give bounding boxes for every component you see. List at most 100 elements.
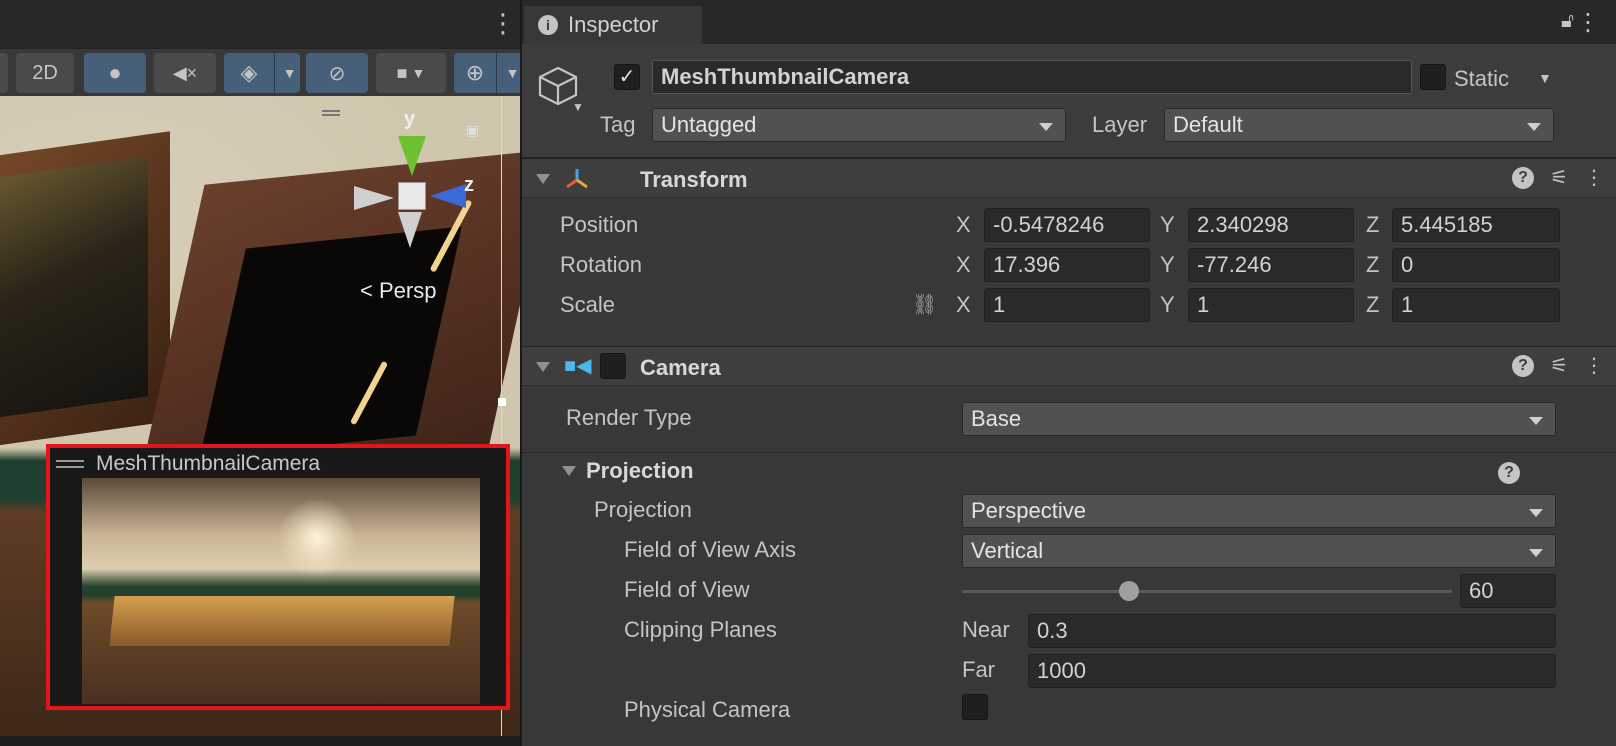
projection-foldout-icon[interactable] xyxy=(562,466,576,476)
projection-dropdown[interactable]: Perspective xyxy=(962,494,1556,528)
gizmo-z-cone[interactable] xyxy=(430,184,466,208)
rotation-z-label[interactable]: Z xyxy=(1366,252,1379,278)
fov-axis-dropdown[interactable]: Vertical xyxy=(962,534,1556,568)
help-icon[interactable]: ? xyxy=(1498,462,1520,484)
projection-toggle[interactable]: < Persp xyxy=(360,278,436,304)
render-type-label: Render Type xyxy=(566,405,692,430)
scene-more-icon[interactable]: ⋮ xyxy=(490,10,516,36)
lightbulb-icon: ● xyxy=(108,60,122,85)
gizmo-neg-y-cone[interactable] xyxy=(398,212,422,248)
help-icon[interactable]: ? xyxy=(1512,354,1535,377)
far-label: Far xyxy=(962,657,995,682)
gameobject-header: ▼ ✓ MeshThumbnailCamera Static ▼ Tag Unt… xyxy=(522,44,1616,158)
tag-dropdown[interactable]: Untagged xyxy=(652,108,1066,142)
scale-x-field[interactable]: 1 xyxy=(984,288,1150,322)
component-more-icon[interactable]: ⋮ xyxy=(1584,165,1604,190)
tab-inspector[interactable]: i Inspector xyxy=(524,6,702,44)
effects-dropdown[interactable]: ▼ xyxy=(274,53,300,93)
camera-component-header[interactable]: ■◀ Camera ? ⚟ ⋮ xyxy=(522,346,1616,386)
position-x-field[interactable]: -0.5478246 xyxy=(984,208,1150,242)
toolbar-partial-button[interactable] xyxy=(0,53,8,93)
scale-y-label[interactable]: Y xyxy=(1160,292,1175,318)
layer-dropdown-value: Default xyxy=(1173,112,1243,137)
scene-visibility-toggle[interactable]: ⊘ xyxy=(306,53,368,93)
gizmo-center-cube[interactable] xyxy=(398,182,426,210)
scale-x-label[interactable]: X xyxy=(956,292,971,318)
fov-value-field[interactable]: 60 xyxy=(1460,574,1556,608)
info-icon: i xyxy=(538,15,558,35)
viewport-grip[interactable] xyxy=(322,110,340,116)
scale-y-field[interactable]: 1 xyxy=(1188,288,1354,322)
scene-camera-dropdown[interactable]: ■ ▼ xyxy=(376,53,446,93)
rotation-y-label[interactable]: Y xyxy=(1160,252,1175,278)
preview-light xyxy=(277,498,357,578)
chevron-down-icon xyxy=(1529,509,1543,517)
tag-label: Tag xyxy=(600,112,636,137)
camera-preview-overlay[interactable]: MeshThumbnailCamera xyxy=(46,444,510,710)
scene-audio-toggle[interactable]: ◀× xyxy=(154,53,216,93)
camera-enabled-checkbox[interactable] xyxy=(600,353,626,379)
scene-view[interactable]: ⋮ 2D ● ◀× ◈ ▼ ⊘ ■ ▼ ⊕ ▼ y z ▣ < Persp Me… xyxy=(0,0,534,746)
lock-icon[interactable]: ▣ xyxy=(466,122,479,139)
static-checkbox[interactable] xyxy=(1420,64,1446,90)
fov-slider-track[interactable] xyxy=(962,590,1452,593)
far-field[interactable]: 1000 xyxy=(1028,654,1556,688)
chevron-down-icon: ▼ xyxy=(282,65,297,81)
section-divider xyxy=(522,452,1616,453)
projection-label: Projection xyxy=(594,497,692,522)
chevron-down-icon[interactable]: ▼ xyxy=(572,100,584,114)
static-dropdown-chevron-icon[interactable]: ▼ xyxy=(1538,70,1552,86)
projection-section-title[interactable]: Projection xyxy=(586,458,694,484)
transform-title: Transform xyxy=(640,167,748,192)
layer-dropdown[interactable]: Default xyxy=(1164,108,1554,142)
position-y-field[interactable]: 2.340298 xyxy=(1188,208,1354,242)
transform-component-header[interactable]: Transform ? ⚟ ⋮ xyxy=(522,158,1616,198)
gameobject-active-checkbox[interactable]: ✓ xyxy=(614,64,640,90)
render-type-dropdown[interactable]: Base xyxy=(962,402,1556,436)
physical-camera-label: Physical Camera xyxy=(624,697,791,722)
resize-handle[interactable] xyxy=(498,398,506,406)
rotation-label: Rotation xyxy=(560,252,642,277)
position-z-field[interactable]: 5.445185 xyxy=(1392,208,1560,242)
position-label: Position xyxy=(560,212,639,237)
near-field[interactable]: 0.3 xyxy=(1028,614,1556,648)
fov-axis-value: Vertical xyxy=(971,538,1044,563)
foldout-arrow-icon[interactable] xyxy=(536,362,550,372)
layer-label: Layer xyxy=(1092,112,1148,137)
position-x-label[interactable]: X xyxy=(956,212,971,238)
gizmo-x-cone[interactable] xyxy=(354,186,394,210)
more-options-icon[interactable]: ⋮ xyxy=(1576,8,1600,37)
presets-sliders-icon[interactable]: ⚟ xyxy=(1550,165,1568,190)
chevron-down-icon xyxy=(1529,417,1543,425)
transform-icon xyxy=(566,169,588,189)
scene-effects-toggle[interactable]: ◈ xyxy=(224,53,274,93)
painting-frame-left xyxy=(0,131,170,451)
fov-slider-thumb[interactable] xyxy=(1118,581,1139,601)
gameobject-name-field[interactable]: MeshThumbnailCamera xyxy=(652,60,1412,94)
near-label: Near xyxy=(962,617,1010,642)
rotation-x-field[interactable]: 17.396 xyxy=(984,248,1150,282)
physical-camera-checkbox[interactable] xyxy=(962,694,988,720)
component-more-icon[interactable]: ⋮ xyxy=(1584,353,1604,378)
fov-label: Field of View xyxy=(624,577,750,602)
gizmos-toggle[interactable]: ⊕ xyxy=(454,53,496,93)
rotation-x-label[interactable]: X xyxy=(956,252,971,278)
help-icon[interactable]: ? xyxy=(1512,166,1535,189)
rotation-y-field[interactable]: -77.246 xyxy=(1188,248,1354,282)
toggle-2d-button[interactable]: 2D xyxy=(16,53,74,93)
presets-sliders-icon[interactable]: ⚟ xyxy=(1550,353,1568,378)
rotation-z-field[interactable]: 0 xyxy=(1392,248,1560,282)
scene-lighting-toggle[interactable]: ● xyxy=(84,53,146,93)
render-type-value: Base xyxy=(971,406,1022,431)
scale-z-field[interactable]: 1 xyxy=(1392,288,1560,322)
camera-preview-title[interactable]: MeshThumbnailCamera xyxy=(56,452,320,476)
unlinked-scale-icon[interactable]: ⛓ xyxy=(912,292,937,317)
position-z-label[interactable]: Z xyxy=(1366,212,1379,238)
scene-tab-bar: ⋮ xyxy=(0,0,534,48)
foldout-arrow-icon[interactable] xyxy=(536,174,550,184)
scale-z-label[interactable]: Z xyxy=(1366,292,1379,318)
drag-handle-icon[interactable] xyxy=(56,460,84,468)
position-y-label[interactable]: Y xyxy=(1160,212,1175,238)
lock-icon[interactable]: 🔓︎ xyxy=(1561,10,1574,33)
gizmo-y-cone[interactable] xyxy=(398,136,426,176)
